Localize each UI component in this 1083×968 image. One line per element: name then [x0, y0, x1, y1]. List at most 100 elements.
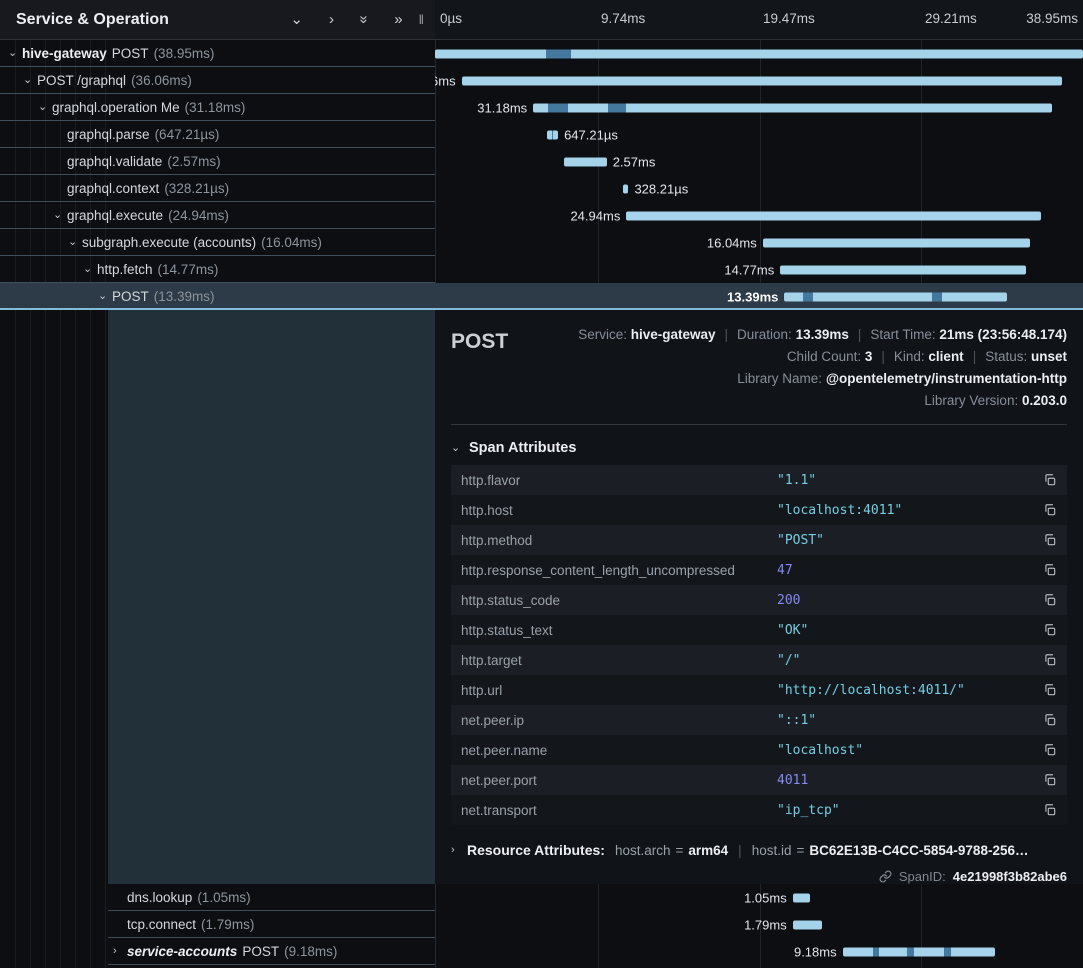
span-tree-cell[interactable]: tcp.connect(1.79ms): [0, 911, 435, 938]
span-row[interactable]: dns.lookup(1.05ms)1.05ms: [0, 884, 1083, 911]
span-timeline-cell[interactable]: 24.94ms: [435, 202, 1083, 229]
header-icons: ⌄ › » »: [264, 11, 402, 29]
attribute-key: http.status_text: [461, 623, 777, 638]
copy-icon[interactable]: [1035, 503, 1057, 517]
span-bar[interactable]: [784, 292, 1007, 301]
resource-attributes-row[interactable]: ›Resource Attributes:host.arch=arm64|hos…: [451, 842, 1067, 858]
attribute-key: http.flavor: [461, 473, 777, 488]
link-icon: [879, 870, 892, 883]
span-tree-cell[interactable]: graphql.validate(2.57ms): [0, 148, 435, 175]
span-tree-cell[interactable]: ⌄hive-gatewayPOST(38.95ms): [0, 40, 435, 67]
attribute-value: "localhost:4011": [777, 503, 1035, 518]
chevron-down-icon[interactable]: ⌄: [98, 291, 112, 302]
bar-duration-label: 16.04ms: [707, 235, 757, 250]
span-row[interactable]: ⌄graphql.operation Me(31.18ms)31.18ms: [0, 94, 1083, 121]
span-bar[interactable]: [462, 76, 1062, 85]
span-bar-segment: [608, 103, 626, 112]
copy-icon[interactable]: [1035, 653, 1057, 667]
span-row[interactable]: ⌄POST(13.39ms)13.39ms: [0, 283, 1083, 310]
span-timeline-cell[interactable]: 16.04ms: [435, 229, 1083, 256]
span-row[interactable]: ⌄graphql.execute(24.94ms)24.94ms: [0, 202, 1083, 229]
span-bar[interactable]: [763, 238, 1030, 247]
span-tree-cell[interactable]: dns.lookup(1.05ms): [0, 884, 435, 911]
span-timeline-cell[interactable]: 31.18ms: [435, 94, 1083, 121]
span-timeline-cell[interactable]: 13.39ms: [435, 283, 1083, 310]
attribute-value: 200: [777, 593, 1035, 608]
span-bar-segment: [932, 292, 942, 301]
span-tree-cell[interactable]: ⌄POST(13.39ms): [0, 283, 435, 310]
chevron-down-icon[interactable]: ⌄: [68, 237, 82, 248]
chevron-down-icon[interactable]: ⌄: [53, 210, 67, 221]
span-bar[interactable]: [626, 211, 1041, 220]
span-tree-cell[interactable]: ⌄POST /graphql(36.06ms): [0, 67, 435, 94]
span-bar[interactable]: [435, 49, 1083, 58]
chevron-down-icon[interactable]: ⌄: [8, 48, 22, 59]
span-tree-cell[interactable]: ⌄subgraph.execute (accounts)(16.04ms): [0, 229, 435, 256]
copy-icon[interactable]: [1035, 593, 1057, 607]
attribute-row: net.peer.ip"::1": [451, 705, 1067, 735]
meta-separator: |: [973, 349, 977, 364]
ruler-tick: 29.21ms: [925, 11, 977, 26]
chevron-right-icon[interactable]: ›: [113, 946, 127, 957]
span-timeline-cell[interactable]: 1.05ms: [435, 884, 1083, 911]
chevron-down-icon[interactable]: ⌄: [38, 102, 52, 113]
chevron-down-icon[interactable]: ⌄: [290, 11, 303, 28]
span-bar[interactable]: [780, 265, 1026, 274]
span-bar[interactable]: [533, 103, 1052, 112]
chevron-right-icon[interactable]: ›: [451, 845, 467, 856]
span-bar[interactable]: [843, 947, 996, 956]
span-timeline-cell[interactable]: [435, 40, 1083, 67]
attribute-row: http.response_content_length_uncompresse…: [451, 555, 1067, 585]
panel-resizer[interactable]: ‖: [419, 12, 425, 27]
span-tree-cell[interactable]: ⌄graphql.operation Me(31.18ms): [0, 94, 435, 121]
span-row[interactable]: ⌄POST /graphql(36.06ms)36.06ms: [0, 67, 1083, 94]
span-row[interactable]: graphql.validate(2.57ms)2.57ms: [0, 148, 1083, 175]
copy-icon[interactable]: [1035, 713, 1057, 727]
span-tree-cell[interactable]: ›service-accountsPOST(9.18ms): [0, 938, 435, 965]
chevron-right-icon[interactable]: ›: [329, 11, 334, 28]
span-bar[interactable]: [547, 130, 558, 139]
span-timeline-cell[interactable]: 9.18ms: [435, 938, 1083, 965]
span-meta-line: Library Name: @opentelemetry/instrumenta…: [508, 368, 1067, 390]
span-row[interactable]: graphql.context(328.21µs)328.21µs: [0, 175, 1083, 202]
copy-icon[interactable]: [1035, 743, 1057, 757]
span-tree-cell[interactable]: ⌄http.fetch(14.77ms): [0, 256, 435, 283]
copy-icon[interactable]: [1035, 683, 1057, 697]
chevron-down-icon[interactable]: ⌄: [23, 75, 37, 86]
span-detail-header: POST Service: hive-gateway|Duration: 13.…: [451, 324, 1067, 412]
span-tree-cell[interactable]: graphql.parse(647.21µs): [0, 121, 435, 148]
span-timeline-cell[interactable]: 14.77ms: [435, 256, 1083, 283]
meta-value: 3: [865, 349, 873, 364]
span-attributes-section-header[interactable]: ⌄ Span Attributes: [451, 440, 1067, 456]
resource-equals: =: [796, 843, 804, 858]
span-row[interactable]: ⌄subgraph.execute (accounts)(16.04ms) 16.…: [0, 229, 1083, 256]
span-bar[interactable]: [564, 157, 607, 166]
span-tree-cell[interactable]: ⌄graphql.execute(24.94ms): [0, 202, 435, 229]
span-timeline-cell[interactable]: 36.06ms: [435, 67, 1083, 94]
span-timeline-cell[interactable]: 647.21µs: [435, 121, 1083, 148]
span-row[interactable]: ⌄http.fetch(14.77ms)14.77ms: [0, 256, 1083, 283]
span-row[interactable]: graphql.parse(647.21µs)647.21µs: [0, 121, 1083, 148]
span-row[interactable]: ›service-accountsPOST(9.18ms)9.18ms: [0, 938, 1083, 965]
copy-icon[interactable]: [1035, 473, 1057, 487]
span-timeline-cell[interactable]: 2.57ms: [435, 148, 1083, 175]
span-timeline-cell[interactable]: 328.21µs: [435, 175, 1083, 202]
chevron-down-icon[interactable]: ⌄: [83, 264, 97, 275]
copy-icon[interactable]: [1035, 533, 1057, 547]
resource-value: arm64: [688, 843, 728, 858]
copy-icon[interactable]: [1035, 563, 1057, 577]
span-bar[interactable]: [623, 184, 628, 193]
span-row[interactable]: ⌄hive-gatewayPOST(38.95ms): [0, 40, 1083, 67]
copy-icon[interactable]: [1035, 623, 1057, 637]
span-bar[interactable]: [793, 893, 810, 902]
chevron-down-icon[interactable]: ⌄: [451, 443, 469, 454]
span-tree-cell[interactable]: graphql.context(328.21µs): [0, 175, 435, 202]
span-timeline-cell[interactable]: 1.79ms: [435, 911, 1083, 938]
chevrons-down-icon[interactable]: »: [357, 15, 372, 23]
copy-icon[interactable]: [1035, 803, 1057, 817]
span-row[interactable]: tcp.connect(1.79ms)1.79ms: [0, 911, 1083, 938]
copy-icon[interactable]: [1035, 773, 1057, 787]
span-bar-segment: [907, 947, 914, 956]
span-bar[interactable]: [793, 920, 823, 929]
chevrons-right-icon[interactable]: »: [394, 11, 402, 28]
